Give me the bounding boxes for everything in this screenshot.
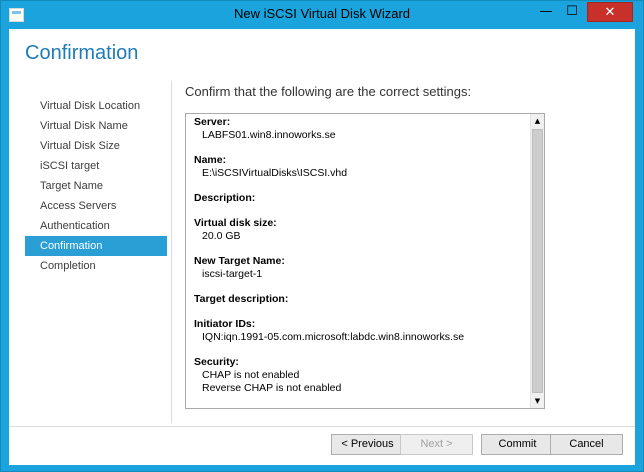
summary-entry: Virtual disk size: 20.0 GB: [194, 217, 524, 243]
summary-entry-label: Server:: [194, 116, 231, 128]
scroll-up-icon[interactable]: ▲: [531, 114, 544, 128]
summary-entry-value: CHAP is not enabled: [202, 369, 300, 381]
nav-item-target-name[interactable]: Target Name: [25, 176, 167, 196]
nav-divider: [171, 81, 172, 423]
settings-summary-content: Server: LABFS01.win8.innoworks.se Name: E:\…: [194, 116, 524, 407]
nav-item-authentication[interactable]: Authentication: [25, 216, 167, 236]
nav-item-virtual-disk-location[interactable]: Virtual Disk Location: [25, 96, 167, 116]
page-title: Confirmation: [25, 42, 139, 64]
cancel-button[interactable]: Cancel: [550, 434, 623, 455]
next-button[interactable]: Next >: [400, 434, 473, 455]
maximize-button[interactable]: ☐: [559, 2, 585, 22]
summary-scrollbar[interactable]: ▲ ▼: [530, 114, 544, 408]
summary-entry-value: LABFS01.win8.innoworks.se: [202, 129, 336, 141]
summary-entry: Security: CHAP is not enabled Reverse CHAP…: [194, 356, 524, 395]
nav-item-confirmation[interactable]: Confirmation: [25, 236, 167, 256]
nav-item-iscsi-target[interactable]: iSCSI target: [25, 156, 167, 176]
summary-entry-label: Initiator IDs:: [194, 318, 256, 330]
nav-item-access-servers[interactable]: Access Servers: [25, 196, 167, 216]
commit-button[interactable]: Commit: [481, 434, 554, 455]
summary-entry: Server: LABFS01.win8.innoworks.se: [194, 116, 524, 142]
summary-entry: Initiator IDs: IQN:iqn.1991-05.com.micros…: [194, 318, 524, 344]
nav-item-virtual-disk-name[interactable]: Virtual Disk Name: [25, 116, 167, 136]
summary-entry-value: Reverse CHAP is not enabled: [202, 382, 342, 394]
title-bar[interactable]: New iSCSI Virtual Disk Wizard — ☐ ✕: [1, 1, 643, 29]
wizard-client-area: Confirmation Virtual Disk Location Virtu…: [9, 29, 635, 465]
summary-entry-label: Description:: [194, 192, 256, 204]
summary-entry-value: E:\iSCSIVirtualDisks\ISCSI.vhd: [202, 167, 348, 179]
close-button[interactable]: ✕: [587, 2, 633, 22]
summary-entry: Name: E:\iSCSIVirtualDisks\ISCSI.vhd: [194, 154, 524, 180]
summary-entry-value: IQN:iqn.1991-05.com.microsoft:labdc.win8…: [202, 331, 465, 343]
summary-entry-label: Target description:: [194, 293, 289, 305]
summary-entry: Description:: [194, 192, 524, 205]
minimize-button[interactable]: —: [533, 2, 559, 22]
summary-entry: New Target Name: iscsi-target-1: [194, 255, 524, 281]
footer-divider: [9, 426, 635, 427]
summary-entry-value: iscsi-target-1: [202, 268, 263, 280]
summary-entry-value: 20.0 GB: [202, 230, 241, 242]
confirm-heading: Confirm that the following are the corre…: [185, 84, 472, 99]
wizard-window: New iSCSI Virtual Disk Wizard — ☐ ✕ Conf…: [0, 0, 644, 472]
summary-entry-label: Virtual disk size:: [194, 217, 277, 229]
scroll-thumb[interactable]: [532, 129, 543, 393]
summary-entry: Target description:: [194, 293, 524, 306]
nav-item-completion: Completion: [40, 260, 96, 272]
scroll-down-icon[interactable]: ▼: [531, 394, 544, 408]
previous-button[interactable]: < Previous: [331, 434, 404, 455]
settings-summary-box[interactable]: Server: LABFS01.win8.innoworks.se Name: E:\…: [185, 113, 545, 409]
wizard-step-list: Virtual Disk Location Virtual Disk Name …: [25, 96, 167, 276]
summary-entry-label: Security:: [194, 356, 239, 368]
nav-item-virtual-disk-size[interactable]: Virtual Disk Size: [25, 136, 167, 156]
summary-entry-label: Name:: [194, 154, 227, 166]
summary-entry-label: New Target Name:: [194, 255, 285, 267]
